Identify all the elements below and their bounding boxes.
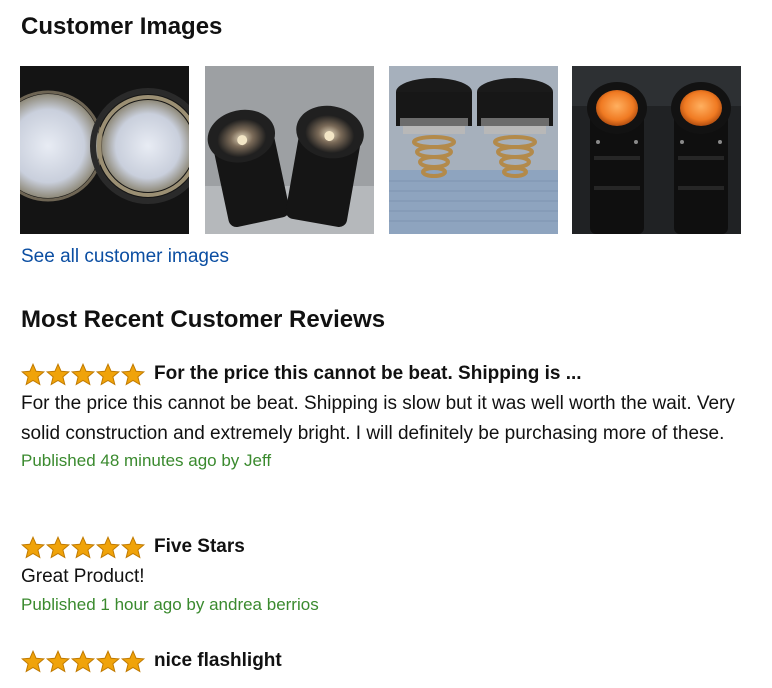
review-item: Five Stars Great Product! Published 1 ho… <box>21 534 761 618</box>
review-title[interactable]: For the price this cannot be beat. Shipp… <box>154 362 582 386</box>
review-body: Great Product! <box>21 566 145 587</box>
customer-images-heading: Customer Images <box>21 13 223 40</box>
recent-reviews-heading: Most Recent Customer Reviews <box>21 306 386 333</box>
see-all-customer-images-link[interactable]: See all customer images <box>21 245 229 269</box>
customer-image-3[interactable] <box>389 66 558 234</box>
flashlight-springs-photo-icon <box>389 66 558 234</box>
five-star-rating-icon <box>21 363 145 385</box>
review-meta: Published 48 minutes ago by Jeff <box>21 451 272 470</box>
customer-image-1[interactable] <box>20 66 189 234</box>
five-star-rating-icon <box>21 650 145 672</box>
customer-images-strip <box>20 66 750 234</box>
review-item: nice flashlight <box>21 648 761 676</box>
review-body: For the price this cannot be beat. Shipp… <box>21 393 735 444</box>
review-title[interactable]: nice flashlight <box>154 649 282 673</box>
review-item: For the price this cannot be beat. Shipp… <box>21 361 761 474</box>
flashlight-heads-photo-icon <box>205 66 374 234</box>
flashlight-beams-photo-icon <box>20 66 189 234</box>
flashlight-orange-lens-photo-icon <box>572 66 741 234</box>
customer-image-2[interactable] <box>205 66 374 234</box>
customer-image-4[interactable] <box>572 66 741 234</box>
review-meta: Published 1 hour ago by andrea berrios <box>21 594 319 614</box>
review-title[interactable]: Five Stars <box>154 535 245 559</box>
five-star-rating-icon <box>21 536 145 558</box>
